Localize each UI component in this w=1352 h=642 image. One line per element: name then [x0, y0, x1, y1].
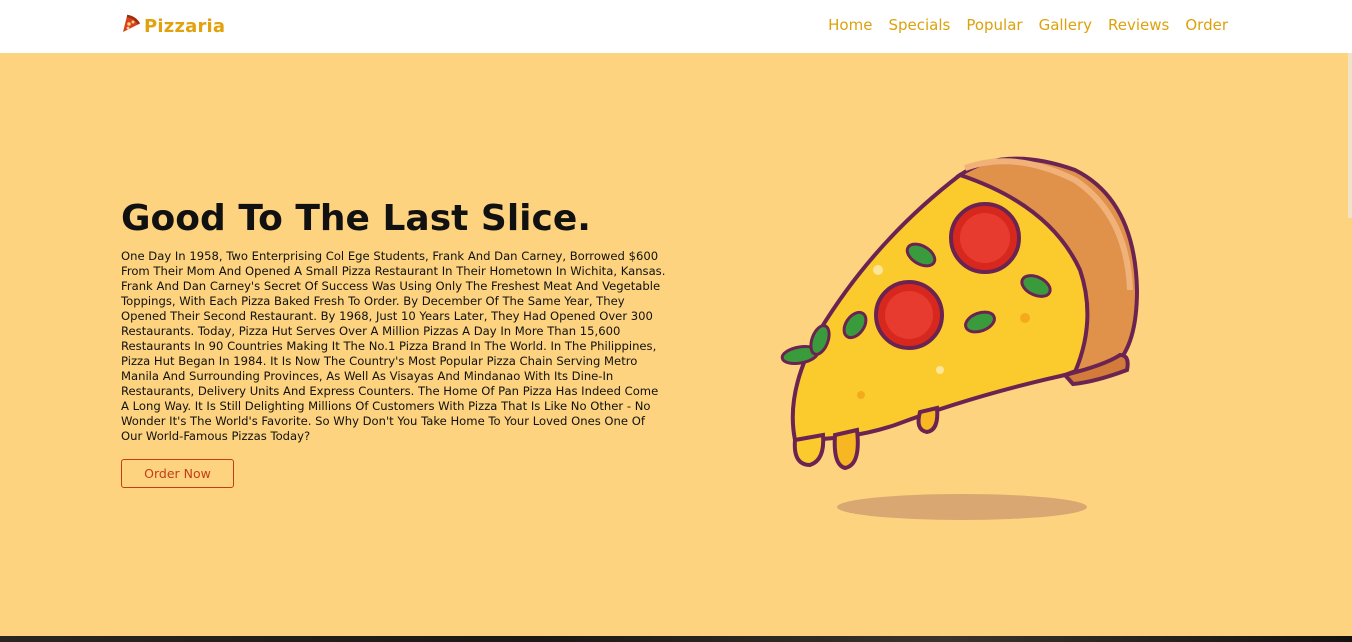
nav-link-home[interactable]: Home — [828, 16, 872, 34]
order-now-button[interactable]: Order Now — [121, 459, 234, 488]
nav-link-reviews[interactable]: Reviews — [1108, 16, 1169, 34]
pizza-slice-illustration — [775, 140, 1155, 530]
nav-link-popular[interactable]: Popular — [966, 16, 1022, 34]
brand-logo[interactable]: Pizzaria — [121, 14, 225, 38]
hero-description: One Day In 1958, Two Enterprising Col Eg… — [121, 249, 666, 443]
nav-link-gallery[interactable]: Gallery — [1039, 16, 1092, 34]
navbar: Pizzaria Home Specials Popular Gallery R… — [0, 0, 1352, 53]
scrollbar[interactable] — [1348, 53, 1352, 218]
nav-link-order[interactable]: Order — [1185, 16, 1228, 34]
next-section-edge — [0, 636, 1352, 642]
nav-link-specials[interactable]: Specials — [888, 16, 950, 34]
hero-title: Good To The Last Slice. — [121, 198, 591, 239]
brand-name: Pizzaria — [144, 15, 226, 37]
pizza-slice-icon — [121, 14, 141, 38]
main-nav: Home Specials Popular Gallery Reviews Or… — [828, 16, 1228, 34]
